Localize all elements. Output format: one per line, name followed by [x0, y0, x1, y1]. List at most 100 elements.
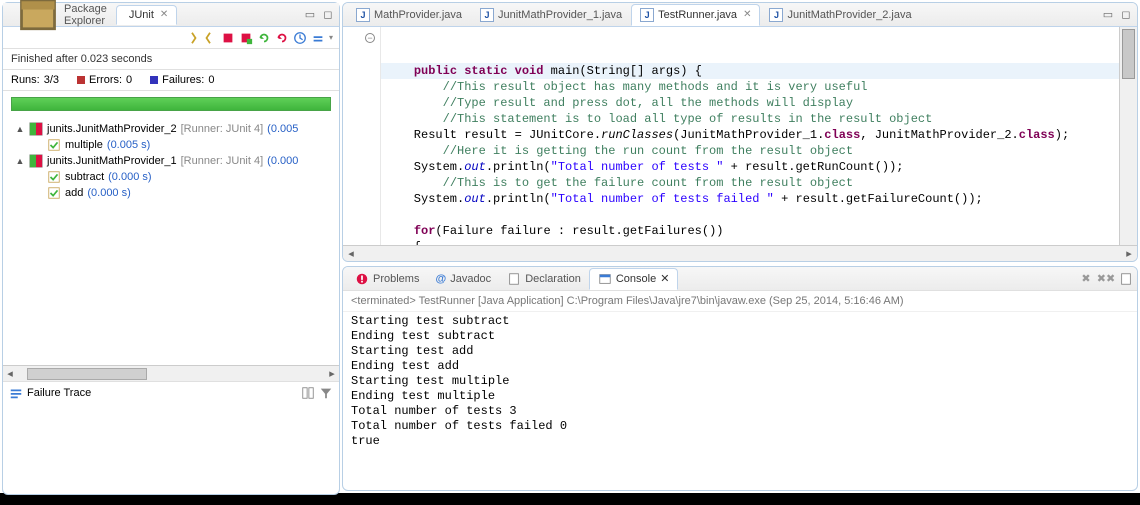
- scrollbar-thumb[interactable]: [1122, 29, 1135, 79]
- console-output[interactable]: Starting test subtract Ending test subtr…: [343, 312, 1137, 490]
- remove-all-launches-icon[interactable]: ✖✖: [1099, 272, 1113, 286]
- console-toolbar: ✖ ✖✖: [1079, 272, 1133, 286]
- view-menu-icon[interactable]: ▾: [329, 33, 333, 42]
- test-name: subtract: [65, 171, 104, 183]
- junit-toolbar: ▾: [3, 27, 339, 49]
- editor-tab-label: MathProvider.java: [374, 9, 462, 21]
- editor-tab[interactable]: JMathProvider.java: [347, 4, 471, 26]
- expand-icon[interactable]: ▲: [15, 124, 25, 134]
- editor-gutter[interactable]: −: [343, 27, 381, 245]
- stop-junit-icon[interactable]: [239, 31, 253, 45]
- code-content: public static void main(String[] args) {…: [385, 63, 1119, 245]
- stat-failures: Failures: 0: [150, 74, 214, 86]
- pin-icon[interactable]: [311, 31, 325, 45]
- stop-icon[interactable]: [221, 31, 235, 45]
- history-icon[interactable]: [293, 31, 307, 45]
- test-pass-icon: [47, 186, 61, 200]
- minimize-icon[interactable]: ▭: [1101, 8, 1115, 22]
- junit-status: Finished after 0.023 seconds: [3, 49, 339, 70]
- tab-javadoc[interactable]: @ Javadoc: [427, 270, 499, 288]
- test-time: (0.000 s): [87, 187, 130, 199]
- console-process-header: <terminated> TestRunner [Java Applicatio…: [343, 291, 1137, 312]
- stat-runs: Runs: 3/3: [11, 74, 59, 86]
- test-time: (0.000 s): [108, 171, 151, 183]
- maximize-icon[interactable]: ◻: [321, 8, 335, 22]
- editor-tab-label: JunitMathProvider_2.java: [787, 9, 911, 21]
- tab-package-explorer-label: Package Explorer: [64, 3, 107, 27]
- remove-launch-icon[interactable]: ✖: [1079, 272, 1093, 286]
- pin-console-icon[interactable]: [1119, 272, 1133, 286]
- tab-declaration-label: Declaration: [525, 273, 581, 285]
- tab-junit-label: JUnit: [129, 9, 154, 21]
- java-file-icon: J: [769, 8, 783, 22]
- test-name: junits.JunitMathProvider_2: [47, 123, 177, 135]
- test-tree-row[interactable]: ▲ junits.JunitMathProvider_2 [Runner: JU…: [7, 121, 335, 137]
- rerun-failed-icon[interactable]: [275, 31, 289, 45]
- tab-console[interactable]: Console ✕: [589, 268, 679, 290]
- stat-errors: Errors: 0: [77, 74, 132, 86]
- maximize-icon[interactable]: ◻: [1119, 8, 1133, 22]
- failure-marker-icon: [150, 76, 158, 84]
- test-suite-icon: [29, 154, 43, 168]
- test-time: (0.005: [267, 123, 298, 135]
- test-pass-icon: [47, 138, 61, 152]
- test-time: (0.005 s): [107, 139, 150, 151]
- java-file-icon: J: [480, 8, 494, 22]
- editor-tab-label: JunitMathProvider_1.java: [498, 9, 622, 21]
- failure-trace-label: Failure Trace: [27, 387, 91, 399]
- failure-trace-icon: [9, 386, 23, 400]
- close-icon[interactable]: ✕: [660, 272, 669, 285]
- junit-progress-bar: [11, 97, 331, 111]
- test-tree-row[interactable]: multiple (0.005 s): [7, 137, 335, 153]
- test-name: multiple: [65, 139, 103, 151]
- test-tree-row[interactable]: subtract (0.000 s): [7, 169, 335, 185]
- code-area[interactable]: public static void main(String[] args) {…: [381, 27, 1119, 245]
- editor-body[interactable]: − public static void main(String[] args)…: [343, 27, 1137, 245]
- test-suite-icon: [29, 122, 43, 136]
- editor-tab[interactable]: J TestRunner.java ✕: [631, 4, 760, 26]
- scroll-left-icon[interactable]: ◂: [343, 247, 359, 260]
- test-tree-row[interactable]: add (0.000 s): [7, 185, 335, 201]
- editor-tab[interactable]: J JunitMathProvider_2.java: [760, 4, 920, 26]
- rerun-icon[interactable]: [257, 31, 271, 45]
- failure-trace-body: [3, 404, 339, 494]
- problems-icon: [355, 272, 369, 286]
- tab-javadoc-label: Javadoc: [450, 273, 491, 285]
- failure-trace-header: Failure Trace: [3, 381, 339, 404]
- vertical-scrollbar[interactable]: [1119, 27, 1137, 245]
- compare-icon[interactable]: [301, 386, 315, 400]
- minimize-icon[interactable]: ▭: [303, 8, 317, 22]
- error-marker-icon: [77, 76, 85, 84]
- editor-tab-label: TestRunner.java: [658, 9, 737, 21]
- close-icon[interactable]: ✕: [743, 9, 751, 20]
- next-failure-icon[interactable]: [185, 31, 199, 45]
- prev-failure-icon[interactable]: [203, 31, 217, 45]
- left-panel-controls: ▭ ◻: [303, 8, 335, 22]
- test-pass-icon: [47, 170, 61, 184]
- junit-stats: Runs: 3/3 Errors: 0 Failures: 0: [3, 70, 339, 91]
- editor-tab[interactable]: J JunitMathProvider_1.java: [471, 4, 631, 26]
- declaration-icon: [507, 272, 521, 286]
- java-file-icon: J: [640, 8, 654, 22]
- tab-declaration[interactable]: Declaration: [499, 269, 589, 289]
- right-panel: JMathProvider.javaJJunitMathProvider_1.j…: [342, 2, 1138, 491]
- junit-test-tree[interactable]: ▲ junits.JunitMathProvider_2 [Runner: JU…: [3, 117, 339, 365]
- close-icon[interactable]: ✕: [160, 9, 168, 20]
- editor-pane: JMathProvider.javaJJunitMathProvider_1.j…: [342, 2, 1138, 262]
- horizontal-scrollbar[interactable]: ◂ ▸: [3, 365, 339, 381]
- tab-problems[interactable]: Problems: [347, 269, 427, 289]
- editor-controls: ▭ ◻: [1101, 8, 1133, 22]
- filter-trace-icon[interactable]: [319, 386, 333, 400]
- test-tree-row[interactable]: ▲ junits.JunitMathProvider_1 [Runner: JU…: [7, 153, 335, 169]
- javadoc-icon: @: [435, 273, 446, 285]
- editor-horizontal-scrollbar[interactable]: ◂ ▸: [343, 245, 1137, 261]
- tab-problems-label: Problems: [373, 273, 419, 285]
- expand-icon[interactable]: ▲: [15, 156, 25, 166]
- console-icon: [598, 272, 612, 286]
- test-name: junits.JunitMathProvider_1: [47, 155, 177, 167]
- tab-junit[interactable]: JUnit ✕: [116, 5, 177, 25]
- runner-label: [Runner: JUnit 4]: [181, 123, 264, 135]
- scroll-right-icon[interactable]: ▸: [1121, 247, 1137, 260]
- scrollbar-thumb[interactable]: [27, 368, 147, 380]
- fold-minus-icon[interactable]: −: [365, 33, 375, 43]
